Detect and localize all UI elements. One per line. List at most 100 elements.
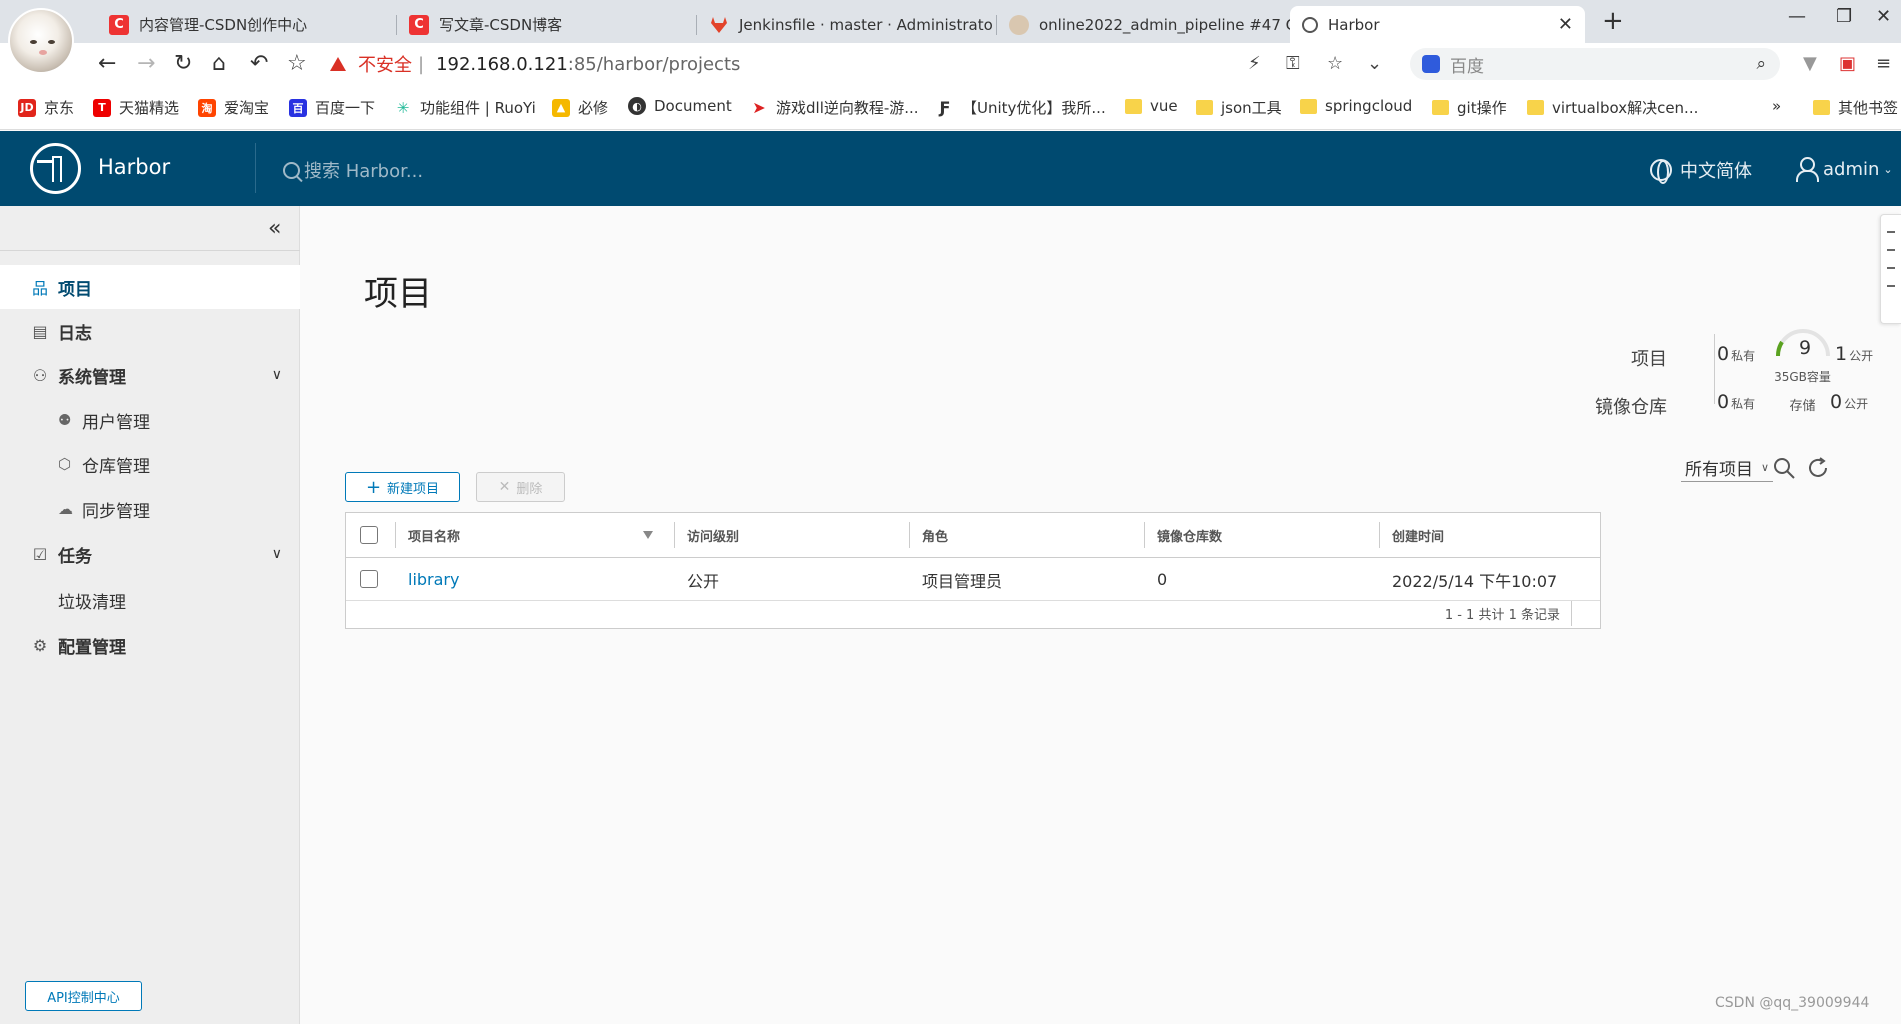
ruoyi-icon: ✳ bbox=[396, 98, 410, 117]
stat-value: 0 bbox=[1717, 343, 1730, 365]
column-header-created[interactable]: 创建时间 bbox=[1392, 513, 1444, 558]
favorite-icon[interactable]: ☆ bbox=[1327, 53, 1343, 74]
collapse-sidebar-icon[interactable]: « bbox=[268, 216, 281, 241]
chevron-down-icon: ∨ bbox=[271, 367, 282, 383]
key-icon[interactable]: ⚿ bbox=[1286, 53, 1300, 74]
bookmark-label: 功能组件 | RuoYi bbox=[420, 99, 536, 117]
search-icon[interactable] bbox=[1772, 456, 1796, 480]
bookmarks-bar: JD 京东 T 天猫精选 淘爱淘宝 百百度一下 ✳ 功能组件 | RuoYi ▲ 必修 … bbox=[0, 85, 1901, 130]
bookmark-item[interactable]: vue bbox=[1125, 97, 1178, 115]
security-label: 不安全 bbox=[358, 55, 412, 76]
tab-title: 内容管理-CSDN创作中心 bbox=[139, 16, 308, 34]
harbor-icon bbox=[1302, 16, 1318, 33]
sidebar-item-replications[interactable]: ☁ 同步管理 bbox=[0, 487, 300, 531]
project-name-link[interactable]: library bbox=[408, 558, 459, 601]
bookmark-item[interactable]: git操作 bbox=[1432, 97, 1507, 118]
sidebar-item-gc[interactable]: 垃圾清理 bbox=[0, 578, 300, 622]
sidebar-item-tasks[interactable]: ☑ 任务 ∨ bbox=[0, 532, 300, 576]
bookmark-item[interactable]: ▲ 必修 bbox=[552, 97, 608, 118]
new-project-button[interactable]: + 新建项目 bbox=[345, 472, 460, 502]
stat-projects-public: 1 公开 bbox=[1835, 343, 1873, 365]
harbor-logo[interactable] bbox=[30, 143, 81, 194]
app-title[interactable]: Harbor bbox=[98, 155, 170, 179]
security-warning[interactable]: 不安全 bbox=[330, 51, 412, 77]
minimize-icon[interactable]: — bbox=[1788, 6, 1806, 27]
bookmark-item[interactable]: T 天猫精选 bbox=[93, 97, 179, 118]
sidebar-item-registries[interactable]: ⬡ 仓库管理 bbox=[0, 442, 300, 486]
global-search-input[interactable]: 搜索 Harbor... bbox=[283, 157, 423, 183]
bookmark-item[interactable]: ◐ Document bbox=[628, 97, 732, 115]
column-header-name[interactable]: 项目名称 bbox=[408, 513, 460, 558]
bookmark-item[interactable]: JD 京东 bbox=[18, 97, 74, 118]
sidebar-item-admin[interactable]: ⚇ 系统管理 ∨ bbox=[0, 353, 300, 397]
other-bookmarks[interactable]: 其他书签 bbox=[1813, 97, 1898, 118]
bookmark-label: 京东 bbox=[44, 99, 75, 117]
browser-tab[interactable]: online2022_admin_pipeline #47 C bbox=[997, 6, 1297, 43]
bookmark-item[interactable]: ✳ 功能组件 | RuoYi bbox=[394, 97, 536, 118]
pdf-icon[interactable]: ▣ bbox=[1839, 53, 1856, 74]
bookmark-item[interactable]: ➤ 游戏dll逆向教程-游... bbox=[750, 97, 918, 118]
browser-search-input[interactable]: 百度 ⌕ bbox=[1410, 48, 1780, 80]
bookmark-item[interactable]: 百百度一下 bbox=[289, 97, 375, 118]
language-switcher[interactable]: 中文简体 bbox=[1650, 157, 1752, 184]
search-placeholder: 搜索 Harbor... bbox=[304, 161, 424, 182]
side-panel-handle[interactable] bbox=[1880, 214, 1901, 324]
api-explorer-button[interactable]: API控制中心 bbox=[25, 981, 142, 1011]
sidebar-item-projects[interactable]: 品 项目 bbox=[0, 265, 300, 309]
browser-tab[interactable]: C 内容管理-CSDN创作中心 bbox=[97, 6, 397, 43]
sidebar-item-label: 同步管理 bbox=[82, 501, 150, 522]
chevron-down-icon[interactable]: ⌄ bbox=[1367, 53, 1382, 74]
cell-created: 2022/5/14 下午10:07 bbox=[1392, 571, 1558, 591]
project-filter-select[interactable]: 所有项目 ∨ bbox=[1681, 454, 1774, 482]
bookmark-item[interactable]: 淘爱淘宝 bbox=[198, 97, 269, 118]
bookmark-label: vue bbox=[1150, 97, 1178, 115]
column-header-repo-count[interactable]: 镜像仓库数 bbox=[1157, 513, 1222, 558]
config-icon: ⚙ bbox=[32, 635, 48, 655]
new-tab-button[interactable]: + bbox=[1602, 6, 1624, 36]
bookmark-label: 天猫精选 bbox=[119, 99, 180, 117]
bookmark-label: 【Unity优化】我所... bbox=[962, 99, 1106, 117]
table-row: library 公开 项目管理员 0 2022/5/14 下午10:07 bbox=[346, 558, 1600, 601]
chevron-down-icon: ∨ bbox=[271, 546, 282, 562]
undo-icon[interactable]: ↶ bbox=[250, 51, 268, 76]
more-bookmarks-button[interactable]: » bbox=[1772, 97, 1781, 115]
column-header-role[interactable]: 角色 bbox=[922, 513, 948, 558]
bookmark-item[interactable]: springcloud bbox=[1300, 97, 1412, 115]
row-checkbox[interactable] bbox=[360, 570, 378, 588]
delete-button[interactable]: ✕ 删除 bbox=[476, 472, 565, 502]
storage-value: 9 bbox=[1798, 337, 1812, 359]
lightning-icon[interactable]: ⚡ bbox=[1248, 53, 1261, 74]
browser-tab[interactable]: C 写文章-CSDN博客 bbox=[397, 6, 697, 43]
back-icon[interactable]: ← bbox=[98, 51, 116, 76]
column-header-access[interactable]: 访问级别 bbox=[687, 513, 739, 558]
browser-tab-active[interactable]: Harbor ✕ bbox=[1290, 6, 1585, 43]
bookmark-item[interactable]: json工具 bbox=[1196, 97, 1282, 118]
home-icon[interactable]: ⌂ bbox=[212, 51, 226, 76]
sidebar-item-config[interactable]: ⚙ 配置管理 bbox=[0, 623, 300, 667]
jd-icon: JD bbox=[18, 98, 36, 117]
menu-icon[interactable]: ≡ bbox=[1876, 53, 1891, 74]
restore-icon[interactable]: ❐ bbox=[1836, 6, 1852, 27]
close-window-icon[interactable]: ✕ bbox=[1876, 6, 1891, 27]
extension-icon[interactable]: ▼ bbox=[1803, 53, 1817, 74]
sidebar-item-users[interactable]: ⚉ 用户管理 bbox=[0, 398, 300, 442]
close-tab-icon[interactable]: ✕ bbox=[1558, 14, 1573, 35]
sidebar-item-logs[interactable]: ▤ 日志 bbox=[0, 309, 300, 353]
bookmark-item[interactable]: Ƒ 【Unity优化】我所... bbox=[936, 97, 1106, 118]
bookmark-star-icon[interactable]: ☆ bbox=[287, 51, 307, 76]
url-field[interactable]: 不安全 | 192.168.0.121 :85/harbor/projects bbox=[330, 49, 1400, 79]
select-all-checkbox[interactable] bbox=[360, 526, 378, 544]
reload-icon[interactable]: ↻ bbox=[174, 51, 192, 76]
browser-tab[interactable]: Jenkinsfile · master · Administrato bbox=[697, 6, 997, 43]
refresh-icon[interactable] bbox=[1806, 456, 1830, 480]
bookmark-label: 百度一下 bbox=[315, 99, 376, 117]
button-label: 删除 bbox=[516, 481, 543, 497]
tab-title: 写文章-CSDN博客 bbox=[439, 16, 563, 34]
search-icon[interactable]: ⌕ bbox=[1756, 54, 1766, 74]
filter-icon[interactable] bbox=[643, 531, 653, 539]
chevron-down-icon: ∨ bbox=[1761, 461, 1770, 474]
bookmark-item[interactable]: virtualbox解决cen... bbox=[1527, 97, 1698, 118]
profile-avatar[interactable] bbox=[8, 8, 74, 74]
forward-icon[interactable]: → bbox=[137, 51, 155, 76]
user-menu[interactable]: admin ⌄ bbox=[1795, 157, 1893, 182]
